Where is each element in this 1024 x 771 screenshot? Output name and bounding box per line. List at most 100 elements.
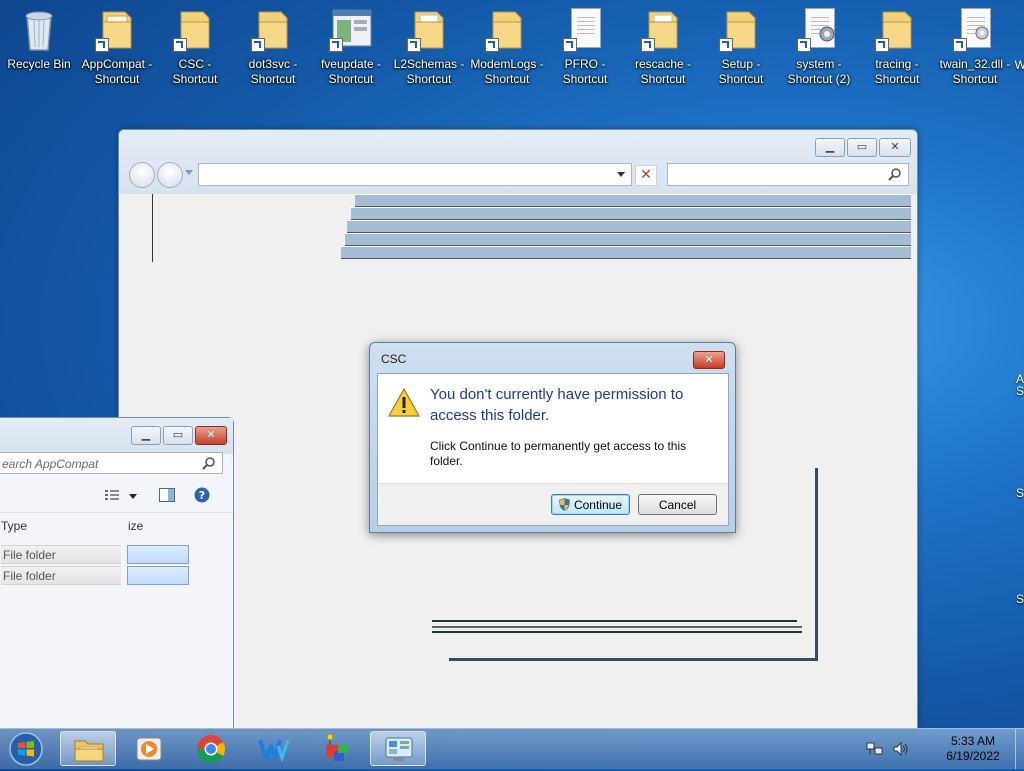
selection-highlight bbox=[127, 566, 189, 585]
desktop-edge-fragment: S bbox=[1015, 486, 1024, 500]
close-icon: ✕ bbox=[206, 428, 216, 441]
cancel-button[interactable]: Cancel bbox=[638, 494, 717, 515]
taskbar-control-panel-button[interactable] bbox=[370, 731, 426, 766]
maximize-button[interactable]: ▭ bbox=[847, 138, 877, 157]
shortcut-arrow-icon bbox=[641, 38, 655, 52]
taskbar-clock[interactable]: 5:33 AM 6/19/2022 bbox=[930, 734, 1016, 764]
desktop-icon-l2schemas[interactable]: L2Schemas - Shortcut bbox=[390, 6, 468, 87]
stop-button[interactable]: ✕ bbox=[635, 165, 657, 186]
desktop-icon-label: dot3svc - Shortcut bbox=[248, 57, 298, 86]
desktop-icon-label: twain_32.dll - Shortcut bbox=[939, 57, 1011, 86]
recycle-bin-icon bbox=[15, 6, 63, 54]
search-input[interactable] bbox=[667, 163, 909, 186]
recent-pages-chevron-icon[interactable] bbox=[185, 170, 193, 175]
media-player-icon bbox=[136, 737, 162, 761]
maximize-icon: ▭ bbox=[172, 428, 184, 441]
taskbar-wps-button[interactable] bbox=[246, 731, 302, 766]
network-icon[interactable] bbox=[866, 741, 884, 757]
help-icon[interactable]: ? bbox=[194, 487, 210, 503]
3d-objects-icon bbox=[326, 733, 348, 761]
desktop-icon-label: tracing - Shortcut bbox=[874, 57, 920, 86]
shortcut-arrow-icon bbox=[251, 38, 265, 52]
desktop-icon-setup[interactable]: Setup - Shortcut bbox=[702, 6, 780, 87]
type-cell: File folder bbox=[1, 545, 121, 564]
shortcut-arrow-icon bbox=[797, 38, 811, 52]
back-button[interactable] bbox=[129, 162, 155, 188]
desktop-icon-label: Recycle Bin bbox=[7, 57, 71, 71]
navigation-buttons bbox=[129, 162, 185, 188]
desktop-icon-recycle-bin[interactable]: Recycle Bin bbox=[0, 6, 78, 72]
permission-dialog[interactable]: CSC ✕ You don't currently have permissio… bbox=[369, 342, 736, 533]
show-desktop-button[interactable] bbox=[1015, 729, 1024, 769]
column-header-size[interactable]: ize bbox=[128, 519, 143, 533]
appcompat-explorer-window[interactable]: ▁ ▭ ✕ earch AppCompat ? Type ize File fo… bbox=[0, 417, 234, 729]
caption-buttons: ▁ ▭ ✕ bbox=[131, 426, 227, 445]
dialog-body: You don't currently have permission to a… bbox=[377, 373, 729, 526]
main-instruction: You don't currently have permission to a… bbox=[430, 386, 684, 424]
desktop-icon-fveupdate[interactable]: fveupdate - Shortcut bbox=[312, 6, 390, 87]
shortcut-arrow-icon bbox=[173, 38, 187, 52]
folder-icon bbox=[483, 6, 531, 54]
shortcut-arrow-icon bbox=[875, 38, 889, 52]
maximize-icon: ▭ bbox=[856, 140, 868, 153]
shortcut-arrow-icon bbox=[953, 38, 967, 52]
desktop-icon-pfro[interactable]: PFRO - Shortcut bbox=[546, 6, 624, 87]
continue-button[interactable]: Continue bbox=[551, 494, 630, 515]
chevron-down-icon[interactable] bbox=[129, 494, 137, 499]
desktop-icon-label: AppCompat - Shortcut bbox=[81, 57, 153, 86]
desktop-icon-dot3svc[interactable]: dot3svc - Shortcut bbox=[234, 6, 312, 87]
dialog-close-button[interactable]: ✕ bbox=[693, 351, 725, 369]
maximize-button[interactable]: ▭ bbox=[163, 426, 193, 445]
volume-icon[interactable] bbox=[892, 741, 910, 757]
view-options-icon[interactable] bbox=[105, 489, 119, 501]
desktop-icon-label: rescache - Shortcut bbox=[634, 57, 692, 86]
start-button[interactable] bbox=[6, 730, 46, 768]
dialog-title: CSC bbox=[381, 352, 407, 366]
column-header-type[interactable]: Type bbox=[1, 519, 27, 533]
dll-file-icon bbox=[951, 6, 999, 54]
taskbar-chrome-button[interactable] bbox=[184, 731, 240, 766]
desktop-icon-system[interactable]: system - Shortcut (2) bbox=[780, 6, 858, 87]
desktop-icon-csc[interactable]: CSC - Shortcut bbox=[156, 6, 234, 87]
minimize-button[interactable]: ▁ bbox=[815, 138, 845, 157]
taskbar-media-player-button[interactable] bbox=[121, 731, 177, 766]
minimize-button[interactable]: ▁ bbox=[131, 426, 161, 445]
preview-pane-icon[interactable] bbox=[159, 488, 175, 502]
folder-icon bbox=[717, 6, 765, 54]
desktop-icon-tracing[interactable]: tracing - Shortcut bbox=[858, 6, 936, 87]
search-icon bbox=[888, 168, 901, 181]
warning-icon bbox=[388, 388, 420, 417]
desktop-edge-fragment: W bbox=[1014, 58, 1024, 72]
folder-icon bbox=[873, 6, 921, 54]
taskbar-paint-3d-button[interactable] bbox=[308, 731, 364, 766]
close-button[interactable]: ✕ bbox=[195, 426, 227, 445]
chevron-down-icon[interactable] bbox=[617, 172, 625, 177]
shortcut-arrow-icon bbox=[563, 38, 577, 52]
desktop-icon-label: CSC - Shortcut bbox=[172, 57, 218, 86]
type-cell: File folder bbox=[1, 566, 121, 585]
desktop-icon-modemlogs[interactable]: ModemLogs - Shortcut bbox=[468, 6, 546, 87]
close-button[interactable]: ✕ bbox=[879, 138, 911, 157]
windows-logo-icon bbox=[9, 732, 43, 766]
desktop-icon-rescache[interactable]: rescache - Shortcut bbox=[624, 6, 702, 87]
close-icon: ✕ bbox=[704, 353, 714, 366]
dialog-footer: Continue Cancel bbox=[378, 483, 728, 525]
desktop-icon-twain32[interactable]: twain_32.dll - Shortcut bbox=[936, 6, 1014, 87]
desktop-icon-appcompat[interactable]: AppCompat - Shortcut bbox=[78, 6, 156, 87]
clock-date: 6/19/2022 bbox=[946, 749, 1000, 763]
rendering-artifact-bars bbox=[339, 194, 911, 262]
system-tray bbox=[866, 741, 910, 757]
search-input[interactable]: earch AppCompat bbox=[0, 452, 223, 474]
search-placeholder: earch AppCompat bbox=[2, 457, 99, 471]
taskbar-explorer-button[interactable] bbox=[60, 731, 116, 766]
selection-highlight bbox=[127, 545, 189, 564]
rendering-artifact-line bbox=[152, 194, 153, 262]
uac-shield-icon bbox=[559, 498, 570, 511]
forward-button[interactable] bbox=[157, 162, 183, 188]
shortcut-arrow-icon bbox=[485, 38, 499, 52]
folder-icon bbox=[249, 6, 297, 54]
folder-icon bbox=[171, 6, 219, 54]
folder-icon bbox=[405, 6, 453, 54]
address-bar[interactable] bbox=[198, 163, 632, 186]
application-window-icon bbox=[327, 6, 375, 54]
